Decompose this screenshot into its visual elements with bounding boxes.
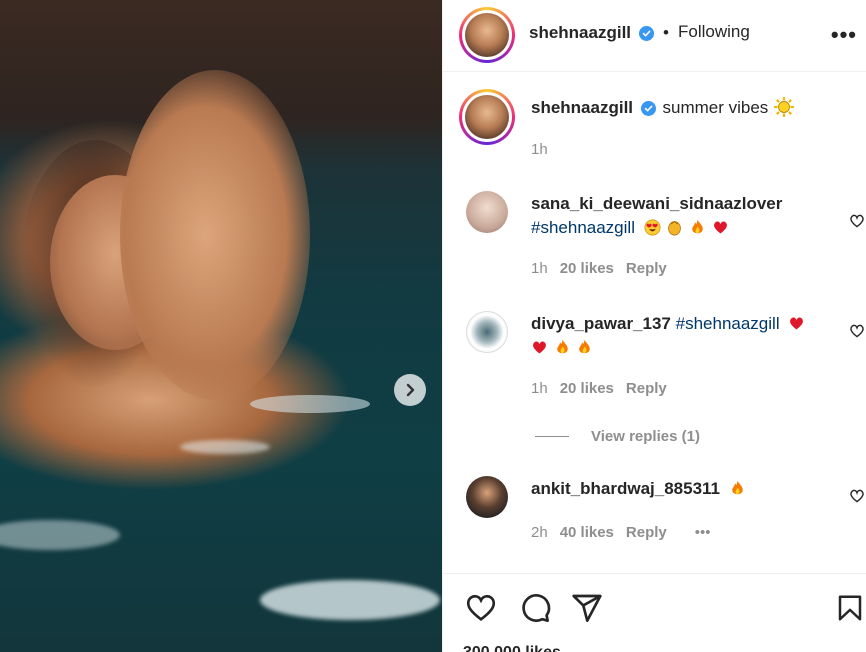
comment-likes[interactable]: 20 likes <box>560 260 614 277</box>
comments-list: shehnaazgill summer vibes 1h sana_ki_dee… <box>443 73 866 573</box>
paper-plane-icon[interactable] <box>571 592 603 624</box>
reply-button[interactable]: Reply <box>626 524 667 541</box>
author-avatar-ring[interactable] <box>459 7 515 63</box>
commenter-avatar[interactable] <box>466 191 508 233</box>
red-heart-emoji <box>533 341 546 354</box>
bookmark-icon[interactable] <box>835 592 865 624</box>
sun-emoji <box>774 97 794 117</box>
carousel-next-button[interactable] <box>394 374 426 406</box>
comment-meta: 1h 20 likes Reply <box>531 260 667 277</box>
heart-icon[interactable] <box>849 488 865 504</box>
author-avatar <box>465 13 509 57</box>
post-action-bar: 300,000 likes <box>443 573 866 652</box>
post-photo[interactable] <box>0 0 442 652</box>
comment-meta: 2h 40 likes Reply ••• <box>531 524 711 541</box>
caption-meta: 1h <box>531 141 548 158</box>
comment-text: divya_pawar_137 #shehnaazgill <box>531 312 831 360</box>
fire-emoji <box>732 480 743 495</box>
heart-eyes-emoji <box>644 219 661 236</box>
post-side-panel: shehnaazgill • Following ••• shehnaazgil… <box>442 0 866 652</box>
fire-emoji <box>579 339 591 354</box>
comment-likes[interactable]: 40 likes <box>560 524 614 541</box>
photo-water-highlight <box>0 520 120 550</box>
more-options-button[interactable]: ••• <box>831 22 857 48</box>
photo-arm <box>120 70 310 400</box>
red-heart-emoji <box>790 317 804 330</box>
likes-count[interactable]: 300,000 likes <box>463 644 561 652</box>
caption-body: summer vibes <box>662 98 769 117</box>
reply-button[interactable]: Reply <box>626 380 667 397</box>
verified-badge-icon <box>639 26 654 41</box>
post-header: shehnaazgill • Following ••• <box>443 0 866 72</box>
comment-time[interactable]: 1h <box>531 260 548 277</box>
comment-hashtag[interactable]: #shehnaazgill <box>531 218 635 237</box>
chevron-right-icon <box>406 383 415 397</box>
author-username[interactable]: shehnaazgill <box>529 23 631 43</box>
clap-emoji <box>668 221 682 236</box>
commenter-avatar[interactable] <box>466 476 508 518</box>
verified-badge-icon <box>640 101 656 117</box>
comment-likes[interactable]: 20 likes <box>560 380 614 397</box>
red-heart-emoji <box>713 221 727 234</box>
heart-icon[interactable] <box>849 213 865 229</box>
view-replies-button[interactable]: View replies (1) <box>535 428 700 445</box>
caption-time[interactable]: 1h <box>531 141 548 158</box>
comment-icon[interactable] <box>519 592 551 624</box>
view-replies-label: View replies (1) <box>591 428 700 445</box>
heart-icon[interactable] <box>465 592 497 624</box>
comment-hashtag[interactable]: #shehnaazgill <box>676 314 780 333</box>
comment-username[interactable]: sana_ki_deewani_sidnaazlover <box>531 194 782 213</box>
comment-text: ankit_bhardwaj_885311 <box>531 477 831 501</box>
comment-username[interactable]: ankit_bhardwaj_885311 <box>531 479 720 498</box>
view-replies-line <box>535 436 569 437</box>
following-button[interactable]: Following <box>678 22 750 42</box>
photo-water-highlight <box>260 580 440 620</box>
comment-username[interactable]: divya_pawar_137 <box>531 314 671 333</box>
comment-more-button[interactable]: ••• <box>695 524 711 541</box>
comment-text: sana_ki_deewani_sidnaazlover #shehnaazgi… <box>531 192 831 240</box>
caption-username[interactable]: shehnaazgill <box>531 98 633 117</box>
fire-emoji <box>556 339 568 354</box>
heart-icon[interactable] <box>849 323 865 339</box>
reply-button[interactable]: Reply <box>626 260 667 277</box>
fire-emoji <box>692 219 703 234</box>
comment-time[interactable]: 2h <box>531 524 548 541</box>
comment-time[interactable]: 1h <box>531 380 548 397</box>
caption-avatar <box>465 95 509 139</box>
photo-water-highlight <box>250 395 370 413</box>
photo-water-highlight <box>180 440 270 454</box>
commenter-avatar[interactable] <box>466 311 508 353</box>
caption-text: shehnaazgill summer vibes <box>531 96 831 120</box>
comment-meta: 1h 20 likes Reply <box>531 380 667 397</box>
caption-avatar-ring[interactable] <box>459 89 515 145</box>
dot-separator: • <box>663 23 669 42</box>
